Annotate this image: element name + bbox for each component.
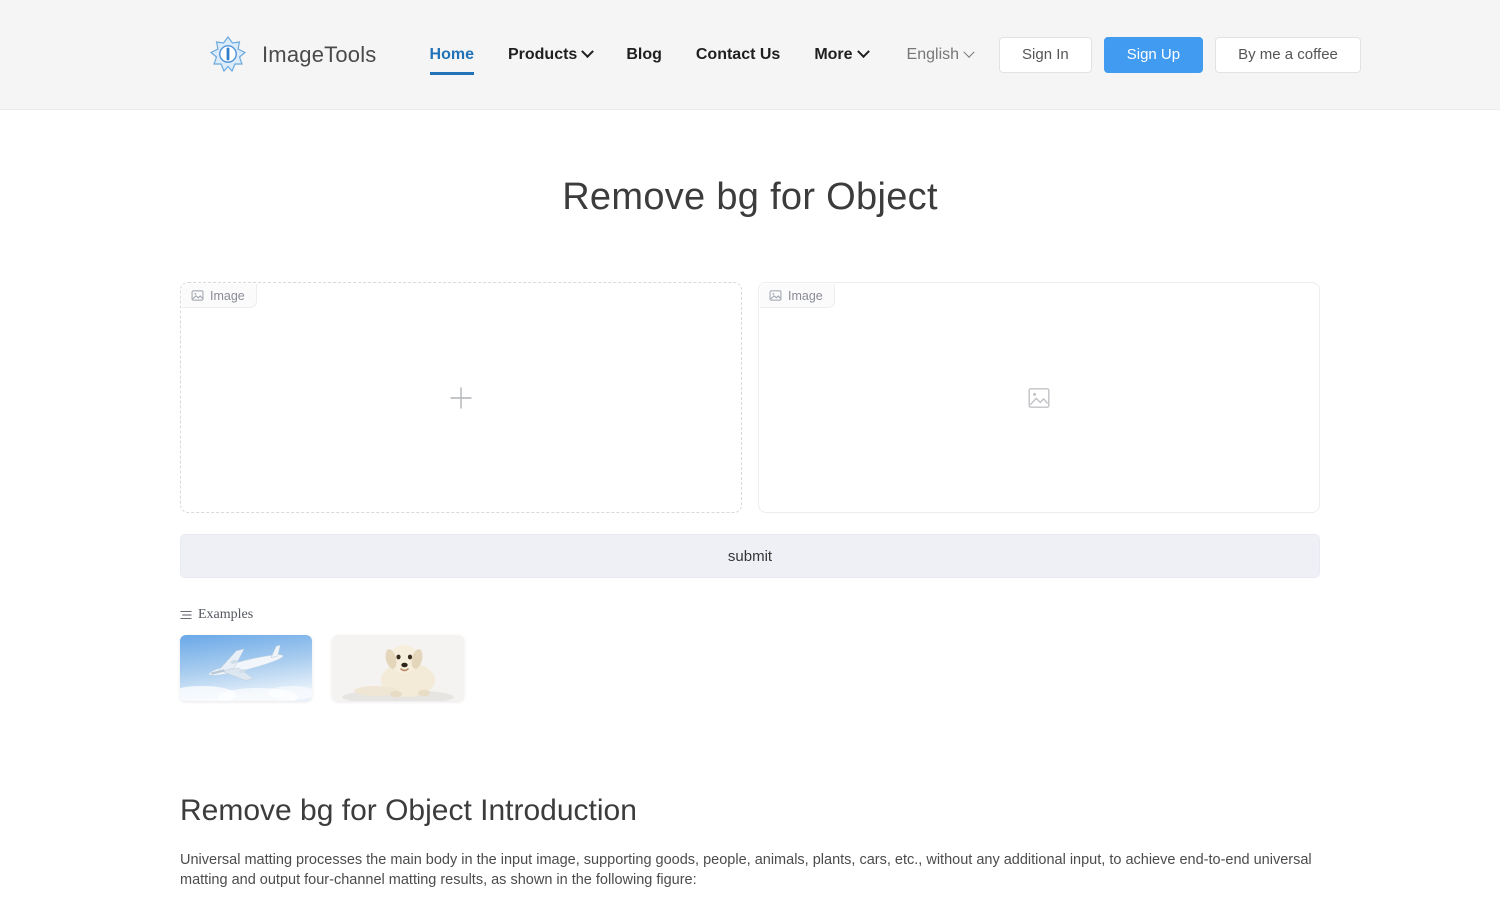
nav-item-more-label: More: [814, 45, 853, 63]
language-selector-label: English: [906, 45, 960, 63]
nav-item-home[interactable]: Home: [413, 29, 491, 81]
input-panel-tab: Image: [182, 284, 257, 308]
submit-button[interactable]: submit: [180, 534, 1320, 578]
brand-name: ImageTools: [262, 41, 377, 67]
nav-item-contact-us[interactable]: Contact Us: [679, 29, 797, 81]
buy-me-a-coffee-button[interactable]: By me a coffee: [1215, 36, 1361, 73]
nav-item-products[interactable]: Products: [491, 29, 609, 81]
nav-item-blog[interactable]: Blog: [609, 29, 679, 81]
brand[interactable]: ImageTools: [208, 35, 377, 75]
page-title: Remove bg for Object: [562, 176, 938, 218]
image-placeholder-icon: [1027, 386, 1051, 410]
nav-item-contact-us-label: Contact Us: [695, 45, 781, 63]
chevron-down-icon: [963, 46, 975, 58]
header-actions: Sign In Sign Up By me a coffee: [999, 36, 1361, 73]
output-panel-tab: Image: [760, 284, 835, 308]
intro-paragraph: Universal matting processes the main bod…: [180, 852, 1312, 888]
imagetools-star-logo-icon: [208, 35, 248, 75]
examples-label: Examples: [180, 607, 1320, 623]
intro-title: Remove bg for Object Introduction: [180, 794, 637, 827]
language-selector[interactable]: English: [885, 46, 989, 64]
input-panel-tab-label: Image: [210, 288, 245, 303]
example-thumbnail-dog[interactable]: [332, 635, 464, 701]
output-image-panel[interactable]: Image: [758, 282, 1320, 513]
image-icon: [769, 289, 782, 302]
sign-up-button[interactable]: Sign Up: [1103, 36, 1204, 73]
input-image-dropzone[interactable]: Image: [180, 282, 742, 513]
chevron-down-icon: [581, 45, 595, 59]
image-icon: [191, 289, 204, 302]
nav-item-blog-label: Blog: [626, 45, 662, 63]
chevron-down-icon: [856, 45, 870, 59]
example-thumbnail-airplane[interactable]: [180, 635, 312, 701]
examples-label-text: Examples: [198, 607, 254, 622]
site-header: ImageTools Home Products Blog Contact Us…: [0, 0, 1500, 110]
list-icon: [180, 609, 192, 621]
nav-item-home-label: Home: [429, 45, 474, 63]
main-nav: Home Products Blog Contact Us More: [413, 29, 885, 81]
output-panel-tab-label: Image: [788, 288, 823, 303]
nav-item-more[interactable]: More: [797, 29, 884, 81]
sign-in-button[interactable]: Sign In: [999, 36, 1092, 73]
main-content: Remove bg for Object Image Image submit …: [0, 176, 1500, 900]
nav-item-products-label: Products: [507, 45, 578, 63]
upload-panels: Image Image: [180, 282, 1320, 513]
plus-icon[interactable]: [447, 384, 475, 412]
examples-list: [180, 635, 1320, 701]
